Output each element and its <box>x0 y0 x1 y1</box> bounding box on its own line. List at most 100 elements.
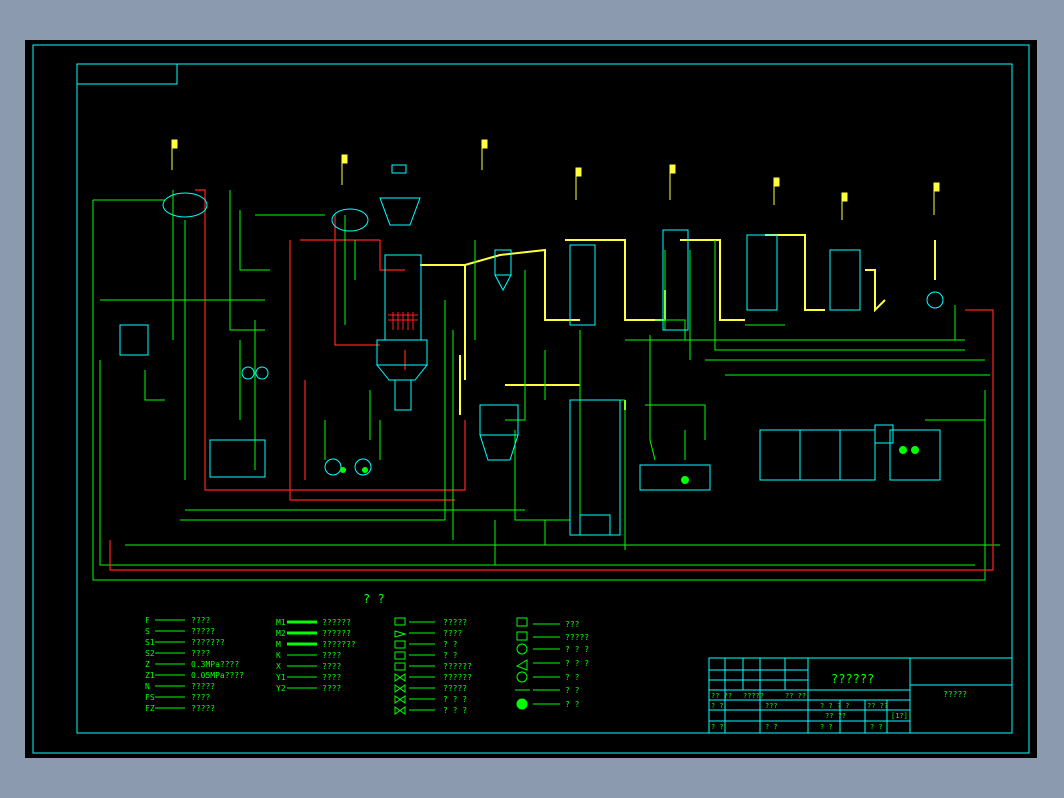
legend-material-thin <box>287 654 317 689</box>
evaporator-3 <box>746 234 778 311</box>
legend-desc: ???? <box>322 684 342 693</box>
evaporator-2 <box>662 229 689 331</box>
title-block-cell: ????? <box>743 692 765 700</box>
horizontal-tank-1 <box>162 192 208 218</box>
legend-code: FS <box>145 693 155 702</box>
evaporator-4 <box>829 249 861 311</box>
legend-code: S2 <box>145 649 155 658</box>
legend-desc: ? ? ? <box>565 645 590 654</box>
pump-3 <box>324 458 342 476</box>
legend-code: Y1 <box>276 673 286 682</box>
evaporator-1 <box>569 244 596 326</box>
diagram-title: ? ? <box>363 592 385 606</box>
reactor-base <box>376 339 428 366</box>
legend-valve-symbols <box>394 617 407 715</box>
legend-desc: ??????? <box>322 640 356 649</box>
legend-desc: ???? <box>322 662 342 671</box>
title-block-cell: ?? ?? <box>711 692 733 700</box>
legend-code: FZ <box>145 704 155 713</box>
reactor-outlet <box>394 379 412 411</box>
legend-desc: 0.05MPa???? <box>191 671 244 680</box>
legend-code: X <box>276 662 281 671</box>
bottom-return-lines <box>92 200 1000 581</box>
legend-code: K <box>276 651 281 660</box>
title-block-cell: ??? <box>765 702 778 710</box>
drawing-canvas: ? ? F ???? S ????? S1 ??????? S2 ???? Z … <box>25 40 1037 758</box>
feed-tank <box>119 324 149 356</box>
legend-desc: ? ? ? <box>443 695 468 704</box>
title-block-cell: [1?] <box>891 712 908 720</box>
water-tank <box>639 464 711 491</box>
green-process-lines <box>93 190 990 565</box>
legend-desc: ?????? <box>443 673 472 682</box>
legend-desc: ????? <box>565 633 590 642</box>
storage-tank <box>209 439 266 478</box>
outer-border <box>32 44 1030 754</box>
pump-4 <box>354 458 372 476</box>
legend-desc: ???? <box>191 693 211 702</box>
legend-desc: ???? <box>322 651 342 660</box>
legend-desc: ????? <box>191 627 216 636</box>
legend-code: Z <box>145 660 150 669</box>
legend-desc: ? ? ? <box>565 659 590 668</box>
legend-desc-lines <box>409 621 560 711</box>
reactor-internals <box>388 312 418 330</box>
title-block-cell: ? ? <box>765 723 778 731</box>
horizontal-tank-2 <box>331 208 369 232</box>
legend-instrument-symbols <box>515 617 530 710</box>
legend-code: Y2 <box>276 684 286 693</box>
title-block-cell: ? ? <box>711 723 724 731</box>
treatment-tank <box>889 429 941 481</box>
title-block-cell: ? ? <box>711 702 724 710</box>
pump-2 <box>255 366 269 380</box>
yellow-process-lines <box>420 234 936 415</box>
title-block-cell: ? ? <box>870 723 883 731</box>
title-block-company: ????? <box>943 690 968 699</box>
dryer-cone <box>479 434 519 461</box>
legend-desc: ?????? <box>322 629 351 638</box>
legend-desc: ? ? ? <box>443 706 468 715</box>
legend-desc: ???? <box>191 616 211 625</box>
settling-tank <box>759 429 876 481</box>
legend-code: M2 <box>276 629 286 638</box>
legend-code: M1 <box>276 618 286 627</box>
legend-code: M <box>276 640 281 649</box>
process-flow-diagram <box>32 44 1030 754</box>
legend-desc: ???? <box>191 649 211 658</box>
corner-label-box <box>76 63 178 85</box>
legend-desc: ? ? <box>443 651 458 660</box>
legend-desc: ? ? <box>565 700 580 709</box>
instrument-dots <box>340 446 919 484</box>
legend-material-samples <box>287 620 317 646</box>
legend-code: S <box>145 627 150 636</box>
legend-desc: ???? <box>322 673 342 682</box>
legend-desc: ? ? <box>565 673 580 682</box>
legend-desc: ??? <box>565 620 580 629</box>
legend-desc: ??????? <box>191 638 225 647</box>
legend-desc: ????? <box>443 618 468 627</box>
title-block-cell: ?? ?? <box>867 702 889 710</box>
hopper-motor <box>391 164 407 174</box>
cyclone-cone <box>494 274 512 292</box>
legend-desc: ?????? <box>322 618 351 627</box>
legend-line-samples <box>155 619 185 709</box>
red-steam-lines <box>109 189 994 571</box>
legend-code: S1 <box>145 638 155 647</box>
legend-desc: ????? <box>191 682 216 691</box>
title-block-drawing-title: ?????? <box>831 672 875 686</box>
title-block-cell: ?? ?? <box>825 712 847 720</box>
legend-desc: ????? <box>443 684 468 693</box>
pump-5 <box>926 291 944 309</box>
filter-base <box>579 514 611 536</box>
hopper <box>379 197 421 226</box>
legend-desc: 0.3MPa???? <box>191 660 240 669</box>
legend-code: F <box>145 616 150 625</box>
title-block-cell: ?? ?? <box>785 692 807 700</box>
legend-desc: ????? <box>191 704 216 713</box>
legend-desc: ???? <box>443 629 463 638</box>
vent-flags <box>171 139 940 220</box>
reactor-cone <box>375 364 429 381</box>
title-block-cell: ? ? <box>820 723 833 731</box>
legend-desc: ? ? <box>565 686 580 695</box>
pump-1 <box>241 366 255 380</box>
